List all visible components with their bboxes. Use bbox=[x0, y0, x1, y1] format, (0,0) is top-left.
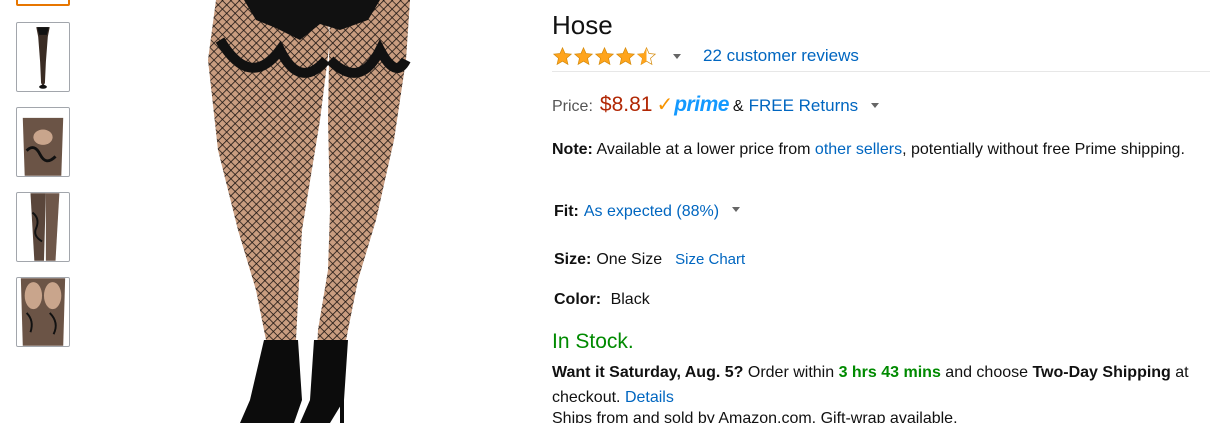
star-half-icon bbox=[636, 46, 657, 65]
prime-check-icon: ✓ bbox=[656, 94, 674, 116]
side-legs-thumb-icon bbox=[17, 193, 69, 261]
price-label: Price: bbox=[552, 98, 593, 115]
color-row: Color: Black bbox=[554, 291, 650, 309]
delivery-shipping-option: Two-Day Shipping bbox=[1032, 364, 1171, 381]
crotchless-detail-thumb-icon bbox=[17, 108, 69, 176]
other-sellers-link[interactable]: other sellers bbox=[815, 141, 902, 158]
customer-reviews-link[interactable]: 22 customer reviews bbox=[703, 46, 859, 66]
free-returns-caret-icon[interactable] bbox=[871, 103, 880, 108]
ampersand: & bbox=[732, 98, 744, 115]
prime-badge[interactable]: ✓ prime bbox=[656, 92, 729, 117]
price-amount: $8.81 bbox=[599, 93, 653, 116]
delivery-question: Want it Saturday, Aug. 5? bbox=[552, 364, 744, 381]
fit-row: Fit: As expected (88%) bbox=[554, 203, 741, 221]
fit-value-link[interactable]: As expected (88%) bbox=[584, 203, 719, 221]
product-title: Hose bbox=[552, 10, 613, 40]
fit-caret-icon[interactable] bbox=[732, 206, 741, 212]
thumbnail-5[interactable] bbox=[16, 277, 70, 347]
star-full-icon bbox=[573, 46, 594, 65]
star-rating[interactable] bbox=[552, 46, 657, 67]
rating-dropdown-caret-icon[interactable] bbox=[673, 53, 681, 59]
delivery-order-within: Order within bbox=[743, 364, 839, 381]
fit-label: Fit: bbox=[554, 203, 579, 220]
thumbnail-3[interactable] bbox=[16, 107, 70, 177]
size-value: One Size bbox=[596, 251, 663, 268]
size-label: Size: bbox=[554, 251, 592, 268]
size-chart-link[interactable]: Size Chart bbox=[675, 251, 745, 268]
color-value: Black bbox=[610, 291, 650, 308]
availability-status: In Stock. bbox=[552, 330, 634, 353]
star-full-icon bbox=[615, 46, 636, 65]
delivery-countdown: 3 hrs 43 mins bbox=[838, 364, 941, 381]
legs-front-thumb-icon bbox=[17, 23, 69, 91]
delivery-details-link[interactable]: Details bbox=[625, 389, 674, 406]
free-returns-link[interactable]: FREE Returns bbox=[749, 96, 859, 116]
color-label: Color: bbox=[554, 291, 602, 308]
delivery-and-choose: and choose bbox=[940, 364, 1033, 381]
delivery-message: Want it Saturday, Aug. 5? Order within 3… bbox=[552, 360, 1202, 410]
star-full-icon bbox=[552, 46, 573, 65]
thumbnail-2[interactable] bbox=[16, 22, 70, 92]
main-product-image[interactable] bbox=[180, 0, 430, 423]
note-text-after: , potentially without free Prime shippin… bbox=[902, 141, 1185, 158]
note-label: Note: bbox=[552, 141, 593, 158]
thumbnail-4[interactable] bbox=[16, 192, 70, 262]
back-view-thumb-icon bbox=[17, 278, 69, 346]
note-text-before: Available at a lower price from bbox=[592, 141, 815, 158]
thumbnail-selected[interactable] bbox=[16, 0, 70, 6]
size-row: Size: One Size Size Chart bbox=[554, 251, 745, 269]
fishnet-legs-image-icon bbox=[180, 0, 430, 423]
divider bbox=[552, 71, 1210, 72]
prime-logo: prime bbox=[674, 93, 729, 116]
lower-price-note: Note: Available at a lower price from ot… bbox=[552, 137, 1210, 162]
price-row: Price: $8.81 ✓ prime & FREE Returns bbox=[552, 92, 880, 117]
ships-from-text: Ships from and sold by Amazon.com. Gift-… bbox=[552, 410, 958, 423]
star-full-icon bbox=[594, 46, 615, 65]
rating-row: 22 customer reviews bbox=[552, 44, 859, 68]
